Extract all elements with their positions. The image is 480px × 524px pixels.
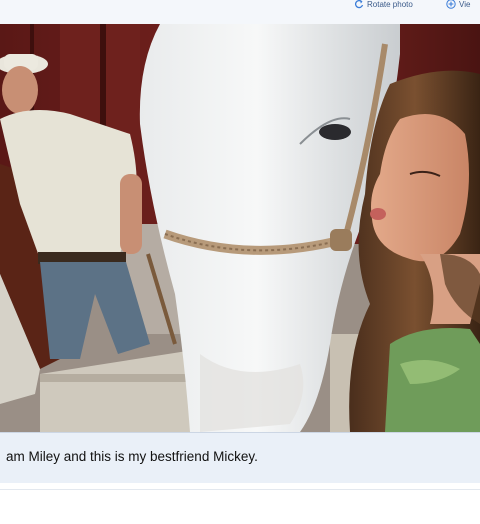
rotate-icon — [354, 0, 364, 9]
photo-toolbar: Rotate photo Vie — [0, 0, 480, 25]
rotate-photo-label: Rotate photo — [367, 0, 413, 9]
view-button[interactable]: Vie — [446, 0, 470, 12]
photo-image[interactable] — [0, 24, 480, 432]
plus-circle-icon — [446, 0, 456, 9]
photo-caption: am Miley and this is my bestfriend Micke… — [6, 449, 258, 464]
divider — [0, 489, 480, 490]
view-label: Vie — [459, 0, 471, 9]
footer-area — [0, 483, 480, 524]
rotate-photo-button[interactable]: Rotate photo — [354, 0, 413, 12]
caption-bar: am Miley and this is my bestfriend Micke… — [0, 432, 480, 484]
